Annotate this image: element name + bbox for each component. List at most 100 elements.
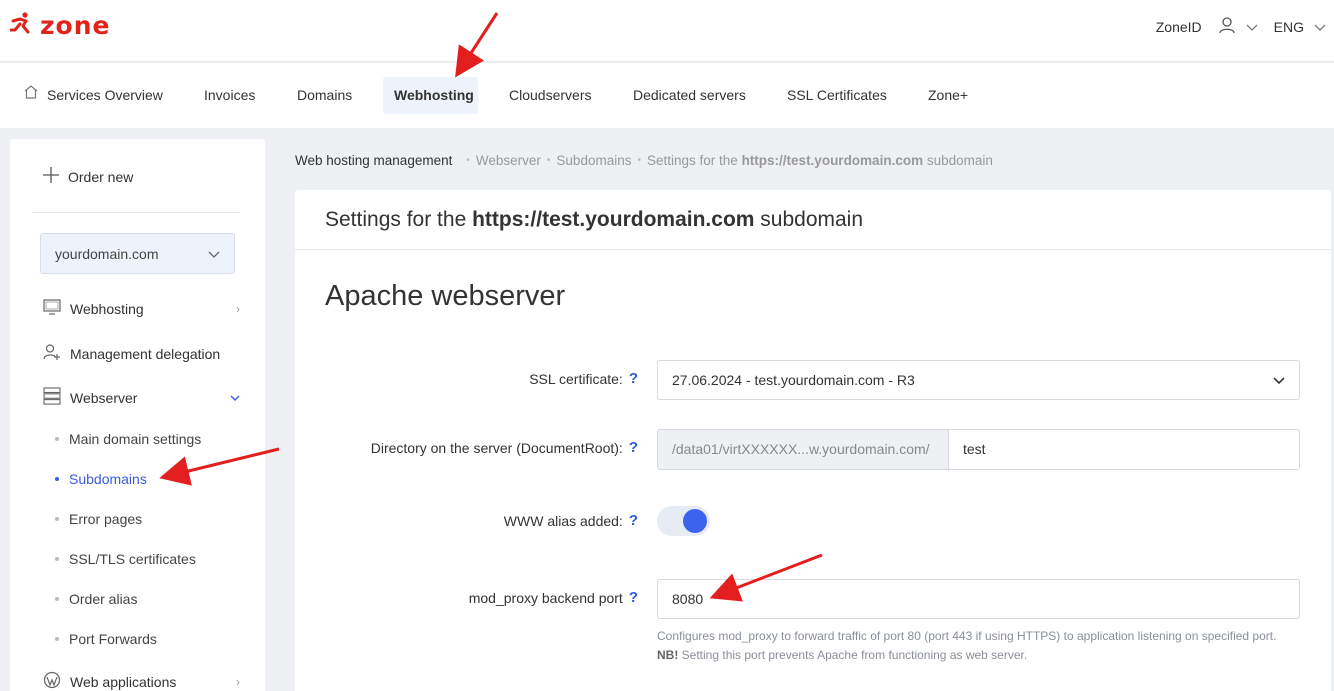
nav-label: Services Overview	[47, 87, 163, 103]
sidebar-item-label: Management delegation	[70, 345, 221, 362]
domain-select[interactable]: yourdomain.com	[40, 233, 235, 274]
breadcrumb-webserver[interactable]: Webserver	[476, 153, 541, 168]
help-icon[interactable]: ?	[629, 439, 638, 456]
nav-zone-plus[interactable]: Zone+	[917, 77, 979, 114]
account-area: ZoneID ENG	[1156, 16, 1326, 37]
sidebar-item-webserver[interactable]: Webserver	[43, 387, 243, 408]
language-selector[interactable]: ENG	[1274, 19, 1304, 35]
breadcrumb-current: Settings for the https://test.yourdomain…	[647, 153, 993, 168]
bullet-dot	[55, 557, 59, 561]
breadcrumb-subdomains[interactable]: Subdomains	[556, 153, 631, 168]
bullet-dot	[55, 437, 59, 441]
sidebar-subitem-main-domain-settings[interactable]: Main domain settings	[55, 431, 201, 447]
main-nav: Services Overview Invoices Domains Webho…	[0, 63, 1334, 128]
breadcrumb-current-prefix: Settings for the	[647, 153, 742, 168]
chevron-right-icon: ›	[236, 674, 240, 689]
home-icon	[23, 77, 39, 114]
dir-label-text: Directory on the server (DocumentRoot):	[370, 439, 623, 456]
server-icon	[43, 387, 61, 408]
breadcrumb-current-suffix: subdomain	[923, 153, 993, 168]
chevron-down-icon	[1273, 372, 1285, 388]
nav-cloudservers[interactable]: Cloudservers	[498, 77, 602, 114]
sidebar-subitem-subdomains[interactable]: Subdomains	[55, 471, 147, 487]
chevron-down-icon	[208, 246, 220, 262]
help-icon[interactable]: ?	[629, 589, 638, 606]
sidebar-item-web-applications[interactable]: Web applications ›	[43, 671, 243, 691]
breadcrumb: Web hosting management • Webserver • Sub…	[295, 153, 993, 168]
nav-webhosting[interactable]: Webhosting	[383, 77, 478, 114]
breadcrumb-separator: •	[637, 155, 641, 166]
sidebar-subitem-ssl-tls-certificates[interactable]: SSL/TLS certificates	[55, 551, 196, 567]
logo-text: zone	[40, 10, 111, 40]
help-icon[interactable]: ?	[629, 370, 638, 387]
sidebar-subitem-error-pages[interactable]: Error pages	[55, 511, 142, 527]
sidebar-subitem-label: Main domain settings	[69, 431, 202, 447]
chevron-down-icon	[230, 391, 240, 405]
mod-proxy-port-input[interactable]: 8080	[657, 579, 1300, 619]
zone-logo[interactable]: zone	[9, 10, 111, 40]
www-alias-label: WWW alias added: ?	[504, 512, 638, 529]
nav-dedicated-servers[interactable]: Dedicated servers	[622, 77, 757, 114]
nav-invoices[interactable]: Invoices	[193, 77, 266, 114]
document-root-label: Directory on the server (DocumentRoot): …	[371, 439, 638, 456]
proxy-label-text: mod_proxy backend port	[468, 589, 623, 606]
help-text-nb: NB!	[657, 648, 679, 662]
chevron-down-icon[interactable]	[1314, 19, 1326, 35]
help-text-part-1: Configures mod_proxy to forward traffic …	[657, 629, 1277, 643]
nav-ssl-certificates[interactable]: SSL Certificates	[776, 77, 898, 114]
section-title: Apache webserver	[325, 280, 566, 312]
monitor-icon	[43, 299, 61, 318]
breadcrumb-current-domain: https://test.yourdomain.com	[741, 153, 924, 168]
page-title: Settings for the https://test.yourdomain…	[295, 190, 1331, 250]
settings-card: Settings for the https://test.yourdomain…	[295, 190, 1331, 691]
help-icon[interactable]: ?	[629, 512, 638, 529]
ssl-certificate-select[interactable]: 27.06.2024 - test.yourdomain.com - R3	[657, 360, 1300, 400]
wordpress-icon	[43, 671, 61, 691]
order-new-label: Order new	[68, 168, 134, 185]
user-plus-icon	[43, 343, 61, 364]
title-suffix: subdomain	[754, 208, 864, 231]
plus-icon	[42, 166, 60, 187]
nav-services-overview[interactable]: Services Overview	[12, 77, 174, 114]
domain-select-value: yourdomain.com	[55, 245, 159, 262]
sidebar-item-label: Web applications	[70, 673, 177, 690]
title-domain: https://test.yourdomain.com	[472, 208, 755, 231]
toggle-knob	[683, 509, 707, 533]
chevron-right-icon: ›	[236, 301, 240, 316]
zoneid-link[interactable]: ZoneID	[1156, 19, 1202, 35]
www-label-text: WWW alias added:	[503, 512, 623, 529]
bullet-dot	[55, 597, 59, 601]
bullet-dot	[55, 637, 59, 641]
sidebar-item-label: Webserver	[70, 389, 138, 406]
sidebar-subitem-order-alias[interactable]: Order alias	[55, 591, 137, 607]
ssl-label-text: SSL certificate:	[529, 370, 623, 387]
sidebar-divider	[32, 212, 240, 213]
www-alias-toggle[interactable]	[657, 506, 710, 536]
chevron-down-icon[interactable]	[1246, 19, 1258, 35]
mod-proxy-help-text: Configures mod_proxy to forward traffic …	[657, 627, 1297, 665]
bullet-dot	[55, 477, 59, 481]
runner-icon	[9, 12, 34, 39]
help-text-part-2: Setting this port prevents Apache from f…	[678, 648, 1028, 662]
sidebar-item-management-delegation[interactable]: Management delegation	[43, 343, 243, 364]
sidebar-item-webhosting[interactable]: Webhosting ›	[43, 299, 243, 318]
bullet-dot	[55, 517, 59, 521]
breadcrumb-separator: •	[546, 155, 551, 166]
document-root-input[interactable]: test	[948, 429, 1300, 470]
sidebar-item-label: Webhosting	[70, 300, 144, 317]
sidebar-subitem-label: Error pages	[69, 511, 143, 527]
sidebar-subitem-label: Order alias	[69, 591, 138, 607]
breadcrumb-root[interactable]: Web hosting management	[295, 153, 452, 168]
order-new-button[interactable]: Order new	[42, 166, 133, 187]
sidebar: Order new yourdomain.com Webhosting › Ma…	[10, 139, 265, 691]
nav-domains[interactable]: Domains	[286, 77, 363, 114]
document-root-prefix: /data01/virtXXXXXX...w.yourdomain.com/	[657, 429, 949, 470]
sidebar-subitem-label: Subdomains	[69, 471, 147, 487]
sidebar-subitem-label: SSL/TLS certificates	[69, 551, 196, 567]
breadcrumb-separator: •	[466, 155, 470, 166]
user-icon[interactable]	[1218, 16, 1236, 37]
title-prefix: Settings for the	[325, 208, 473, 231]
sidebar-subitem-label: Port Forwards	[69, 631, 157, 647]
top-header: zone ZoneID ENG	[0, 0, 1334, 62]
sidebar-subitem-port-forwards[interactable]: Port Forwards	[55, 631, 157, 647]
